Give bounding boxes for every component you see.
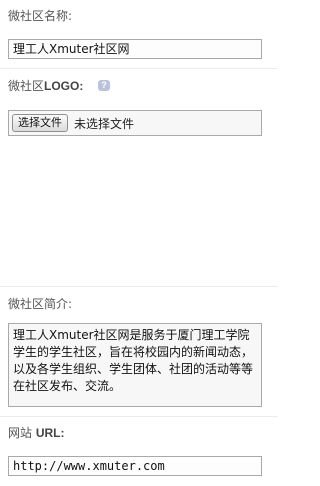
- website-url-label-prefix: 网站: [8, 426, 36, 440]
- community-logo-label: 微社区LOGO:: [8, 79, 83, 93]
- website-url-input[interactable]: http://www.xmuter.com: [8, 456, 262, 476]
- website-url-label-latin: URL:: [35, 426, 65, 440]
- community-logo-label-prefix: 微社区: [8, 79, 45, 93]
- community-name-label: 微社区名称:: [8, 9, 73, 23]
- choose-file-button[interactable]: 选择文件: [12, 114, 68, 132]
- divider: [0, 286, 278, 287]
- website-url-label: 网站 URL:: [8, 426, 65, 440]
- file-status-text: 未选择文件: [74, 116, 135, 131]
- divider: [0, 68, 278, 69]
- community-name-input[interactable]: 理工人Xmuter社区网: [8, 39, 262, 59]
- community-logo-label-latin: LOGO:: [44, 79, 84, 93]
- divider: [0, 416, 278, 417]
- community-intro-textarea[interactable]: 理工人Xmuter社区网是服务于厦门理工学院学生的学生社区，旨在将校园内的新闻动…: [8, 323, 262, 407]
- question-icon[interactable]: ?: [98, 80, 110, 91]
- community-intro-label: 微社区简介:: [8, 297, 73, 311]
- logo-file-input[interactable]: 选择文件 未选择文件: [8, 110, 262, 136]
